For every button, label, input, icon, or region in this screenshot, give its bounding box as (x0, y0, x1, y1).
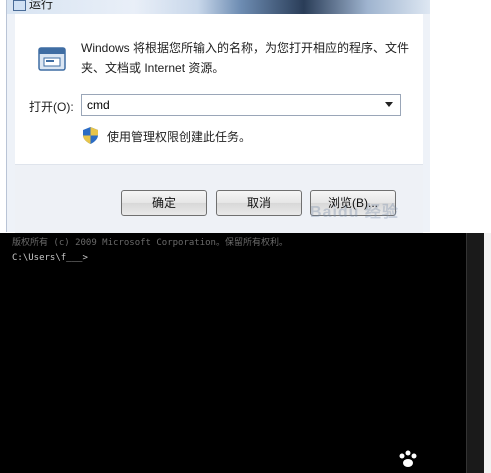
cancel-button[interactable]: 取消 (216, 190, 302, 216)
run-dialog: 运行 Windows 将根据您所输入的名称，为您打开相应的程序、文件夹、文档或 … (0, 0, 491, 233)
admin-note: 使用管理权限创建此任务。 (107, 130, 252, 144)
dialog-content-panel: Windows 将根据您所输入的名称，为您打开相应的程序、文件夹、文档或 Int… (15, 14, 423, 164)
watermark: Baidu 经验 (310, 204, 399, 221)
window-title: 运行 (29, 0, 54, 11)
run-program-icon (38, 47, 66, 71)
console-edge (484, 233, 491, 473)
chevron-down-icon[interactable] (385, 102, 393, 107)
console-prompt: C:\Users\f___> (12, 253, 88, 263)
open-combobox[interactable]: cmd (81, 94, 401, 116)
background-strip (430, 0, 491, 232)
title-bar[interactable]: 运行 (7, 0, 431, 14)
run-description: Windows 将根据您所输入的名称，为您打开相应的程序、文件夹、文档或 Int… (81, 41, 410, 75)
console-output[interactable]: 版权所有 (c) 2009 Microsoft Corporation。保留所有… (6, 233, 466, 473)
console-copyright-line: 版权所有 (c) 2009 Microsoft Corporation。保留所有… (12, 238, 288, 248)
window-icon (13, 0, 26, 11)
ok-button[interactable]: 确定 (121, 190, 207, 216)
console-scrollbar[interactable] (466, 233, 485, 473)
command-prompt-window: 版权所有 (c) 2009 Microsoft Corporation。保留所有… (0, 233, 491, 473)
uac-shield-icon (83, 127, 98, 144)
open-label: 打开(O): (29, 100, 74, 114)
paw-icon (399, 450, 417, 467)
